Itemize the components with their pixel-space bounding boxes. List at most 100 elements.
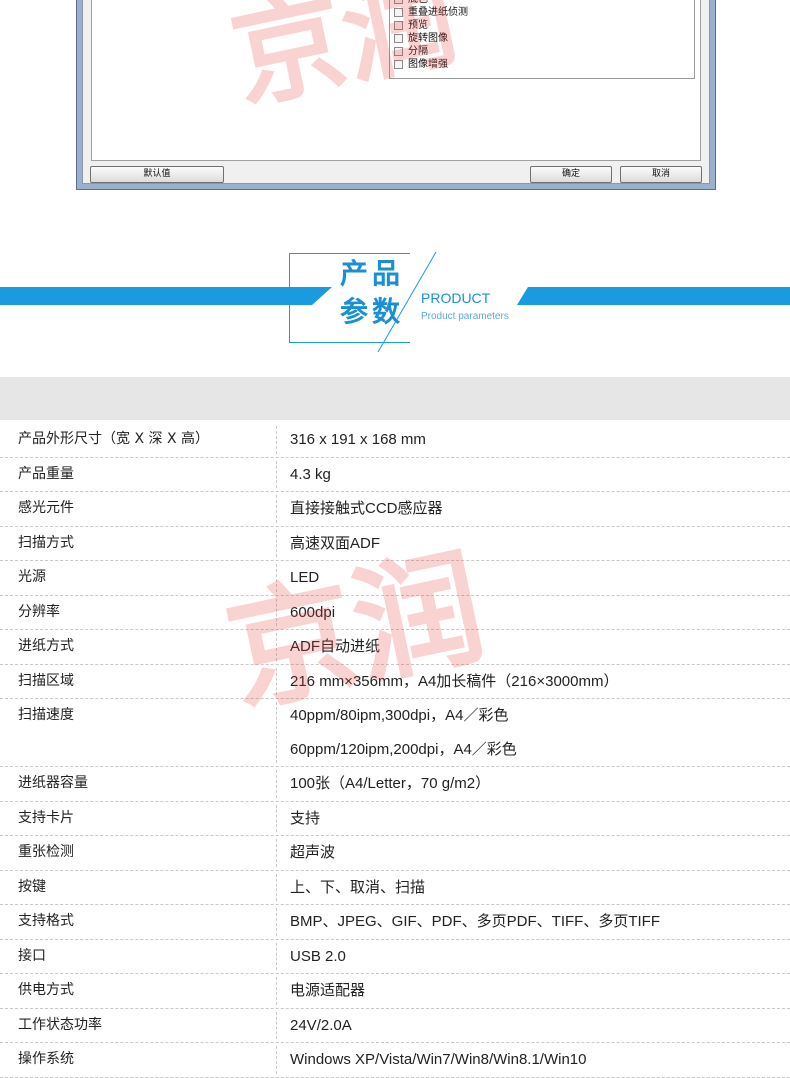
table-row: 产品重量 4.3 kg	[0, 458, 790, 492]
spec-value: USB 2.0	[290, 947, 346, 965]
option-label: 图像增强	[408, 59, 448, 70]
spec-label: 供电方式	[18, 982, 74, 998]
column-divider	[276, 529, 277, 557]
spec-label: 支持卡片	[18, 809, 74, 826]
options-list[interactable]: 底色 重叠进纸侦测 预览 旋转图像 分隔	[389, 0, 695, 79]
spec-label: 按键	[18, 878, 46, 895]
spec-value: 24V/2.0A	[290, 1016, 352, 1034]
spec-value: Windows XP/Vista/Win7/Win8/Win8.1/Win10	[290, 1051, 587, 1068]
ok-button[interactable]: 确定	[530, 166, 612, 183]
column-divider	[276, 564, 277, 592]
spec-value: BMP、JPEG、GIF、PDF、多页PDF、TIFF、多页TIFF	[290, 913, 660, 930]
header-en-subtitle: Product parameters	[421, 311, 509, 322]
spec-label: 重张检测	[18, 844, 74, 860]
column-divider	[276, 460, 277, 488]
spec-label: 分辨率	[18, 603, 60, 620]
spec-value: LED	[290, 569, 320, 586]
spec-value: 4.3 kg	[290, 465, 331, 483]
spec-value: 216 mm×356mm，A4加长稿件（216×3000mm）	[290, 672, 619, 690]
spec-label: 扫描区域	[18, 672, 74, 689]
option-checkbox[interactable]	[394, 21, 403, 30]
table-row: 供电方式 电源适配器	[0, 974, 790, 1009]
table-row: 支持卡片 支持	[0, 802, 790, 836]
spec-label: 扫描速度	[18, 707, 74, 723]
spec-label: 操作系统	[18, 1051, 74, 1067]
column-divider	[276, 1011, 277, 1039]
column-divider	[276, 598, 277, 626]
column-divider	[276, 977, 277, 1005]
option-item[interactable]: 旋转图像	[394, 32, 448, 45]
header-en-title: PRODUCT	[421, 290, 491, 306]
table-row: 接口 USB 2.0	[0, 940, 790, 974]
option-item[interactable]: 预览	[394, 19, 428, 32]
column-divider	[276, 942, 277, 970]
column-divider	[276, 633, 277, 661]
spec-value: 100张（A4/Letter，70 g/m2）	[290, 775, 491, 792]
option-item[interactable]: 图像增强	[394, 58, 448, 71]
spec-label: 工作状态功率	[18, 1016, 102, 1033]
option-item[interactable]: 重叠进纸侦测	[394, 6, 468, 19]
spec-value: 高速双面ADF	[290, 534, 381, 552]
table-row: 光源 LED	[0, 561, 790, 596]
table-row: 进纸器容量 100张（A4/Letter，70 g/m2）	[0, 767, 790, 802]
table-row: 支持格式 BMP、JPEG、GIF、PDF、多页PDF、TIFF、多页TIFF	[0, 905, 790, 940]
column-divider	[276, 702, 277, 763]
table-row: 分辨率 600dpi	[0, 596, 790, 630]
option-checkbox[interactable]	[394, 47, 403, 56]
column-divider	[276, 495, 277, 523]
option-checkbox[interactable]	[394, 8, 403, 17]
spec-label: 产品外形尺寸（宽 X 深 X 高）	[18, 431, 209, 447]
table-row: 扫描速度 40ppm/80ipm,300dpi，A4／彩色 60ppm/120i…	[0, 699, 790, 767]
option-checkbox[interactable]	[394, 0, 403, 4]
column-divider	[276, 804, 277, 832]
header-title-line1: 产品	[340, 257, 405, 290]
column-divider	[276, 839, 277, 867]
spec-label: 支持格式	[18, 913, 74, 929]
option-item[interactable]: 分隔	[394, 45, 428, 58]
spec-label: 光源	[18, 569, 46, 585]
option-label: 分隔	[408, 46, 428, 57]
table-row: 操作系统 Windows XP/Vista/Win7/Win8/Win8.1/W…	[0, 1043, 790, 1078]
option-checkbox[interactable]	[394, 34, 403, 43]
spec-value: 600dpi	[290, 603, 336, 621]
option-label: 旋转图像	[408, 33, 448, 44]
table-row: 扫描区域 216 mm×356mm，A4加长稿件（216×3000mm）	[0, 665, 790, 699]
spec-label: 接口	[18, 947, 46, 964]
spec-label: 进纸器容量	[18, 775, 88, 791]
spec-value: 316 x 191 x 168 mm	[290, 431, 426, 448]
spec-value: ADF自动进纸	[290, 638, 381, 655]
spec-value: 电源适配器	[290, 982, 366, 999]
option-label: 预览	[408, 20, 428, 31]
table-header-band	[0, 377, 790, 420]
table-row: 重张检测 超声波	[0, 836, 790, 871]
dialog-panel: 底色 重叠进纸侦测 预览 旋转图像 分隔	[91, 0, 701, 161]
spec-value: 上、下、取消、扫描	[290, 878, 426, 896]
spec-value: 直接接触式CCD感应器	[290, 500, 443, 517]
option-label: 重叠进纸侦测	[408, 7, 468, 18]
column-divider	[276, 667, 277, 695]
option-checkbox[interactable]	[394, 60, 403, 69]
column-divider	[276, 426, 277, 454]
table-row: 感光元件 直接接触式CCD感应器	[0, 492, 790, 527]
spec-value: 超声波	[290, 844, 336, 861]
table-row: 工作状态功率 24V/2.0A	[0, 1009, 790, 1043]
table-row: 进纸方式 ADF自动进纸	[0, 630, 790, 665]
column-divider	[276, 770, 277, 798]
spec-value: 60ppm/120ipm,200dpi，A4／彩色	[290, 740, 517, 758]
column-divider	[276, 873, 277, 901]
spec-label: 产品重量	[18, 465, 74, 482]
header-title-line2: 参数	[340, 295, 405, 328]
spec-label: 扫描方式	[18, 534, 74, 551]
spec-value: 支持	[290, 809, 321, 827]
table-row: 扫描方式 高速双面ADF	[0, 527, 790, 561]
default-button[interactable]: 默认值	[90, 166, 224, 183]
column-divider	[276, 1046, 277, 1074]
header-bar-right	[517, 287, 790, 305]
scanner-settings-dialog: 底色 重叠进纸侦测 预览 旋转图像 分隔	[76, 0, 716, 190]
table-row: 按键 上、下、取消、扫描	[0, 871, 790, 905]
dialog-body: 底色 重叠进纸侦测 预览 旋转图像 分隔	[82, 0, 710, 184]
spec-value: 40ppm/80ipm,300dpi，A4／彩色	[290, 707, 509, 724]
column-divider	[276, 908, 277, 936]
cancel-button[interactable]: 取消	[620, 166, 702, 183]
spec-label: 进纸方式	[18, 638, 74, 654]
